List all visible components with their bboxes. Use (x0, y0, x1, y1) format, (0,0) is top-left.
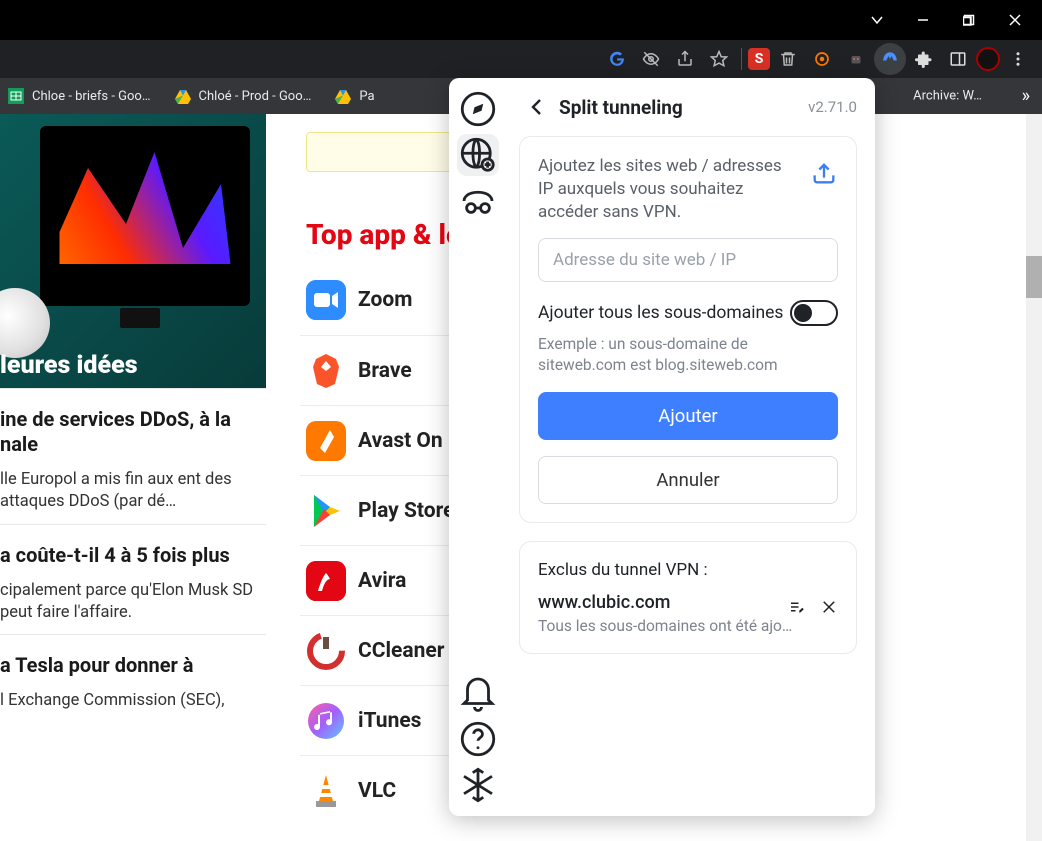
popup-header: Split tunneling v2.71.0 (507, 78, 875, 136)
ccleaner-icon (306, 631, 346, 671)
avira-icon (306, 561, 346, 601)
bookmark-label: Chloe - briefs - Goo… (32, 89, 151, 104)
version-label: v2.71.0 (808, 98, 857, 116)
drive-icon (175, 88, 191, 104)
zoom-icon (306, 280, 346, 320)
play-icon (306, 491, 346, 531)
kebab-menu-icon[interactable] (1002, 43, 1034, 75)
add-button-label: Ajouter (658, 405, 717, 427)
google-icon[interactable] (601, 43, 633, 75)
extensions-puzzle-icon[interactable] (908, 43, 940, 75)
subdomains-toggle[interactable] (790, 300, 838, 326)
window-titlebar (0, 0, 1042, 40)
maximize-button[interactable] (946, 0, 992, 40)
example-text: Exemple : un sous-domaine de siteweb.com… (538, 334, 838, 376)
remove-icon[interactable] (820, 598, 838, 620)
bookmark-item[interactable]: Chloe - briefs - Goo… (8, 88, 151, 104)
article[interactable]: a Tesla pour donner à l Exchange Commissi… (0, 634, 266, 722)
article-body: cipalement parce qu'Elon Musk SD peut fa… (0, 580, 256, 625)
subdomains-label: Ajouter tous les sous-domaines (538, 303, 783, 323)
app-name: iTunes (358, 709, 421, 733)
sheets-icon (8, 88, 24, 104)
article-title: ine de services DDoS, à la nale (0, 407, 256, 457)
help-icon[interactable] (457, 718, 499, 760)
compass-icon[interactable] (457, 88, 499, 130)
card-description: Ajoutez les sites web / adresses IP auxq… (538, 155, 800, 224)
upload-icon[interactable] (810, 159, 838, 187)
nordvpn-icon[interactable] (874, 43, 906, 75)
bookmark-item[interactable]: Chloé - Prod - Goo… (175, 88, 312, 104)
excluded-title: Exclus du tunnel VPN : (538, 560, 838, 580)
app-name: Avira (358, 569, 406, 593)
star-icon[interactable] (703, 43, 735, 75)
extension-robot-icon[interactable] (840, 43, 872, 75)
popup-sidebar (449, 78, 507, 816)
side-panel-icon[interactable] (942, 43, 974, 75)
excluded-card: Exclus du tunnel VPN : www.clubic.comTou… (519, 541, 857, 654)
article[interactable]: a coûte-t-il 4 à 5 fois plus cipalement p… (0, 524, 266, 635)
article[interactable]: ine de services DDoS, à la nale lle Europ… (0, 388, 266, 524)
brave-icon (306, 351, 346, 391)
bookmark-item[interactable]: Archive: W… (913, 89, 982, 104)
edit-icon[interactable] (788, 598, 806, 620)
bookmark-label: Chloé - Prod - Goo… (199, 89, 312, 104)
globe-settings-icon[interactable] (457, 134, 499, 176)
add-site-card: Ajoutez les sites web / adresses IP auxq… (519, 136, 857, 523)
minimize-button[interactable] (900, 0, 946, 40)
close-button[interactable] (992, 0, 1038, 40)
drive-icon (335, 88, 351, 104)
avast-icon (306, 421, 346, 461)
hero-image[interactable]: leures idées (0, 114, 266, 388)
article-title: a coûte-t-il 4 à 5 fois plus (0, 543, 256, 568)
vlc-icon (306, 771, 346, 811)
app-name: Play Store (358, 499, 454, 523)
ad-banner[interactable] (306, 132, 456, 172)
profile-avatar[interactable] (976, 47, 1000, 71)
add-button[interactable]: Ajouter (538, 392, 838, 440)
scrollbar-thumb[interactable] (1026, 256, 1042, 298)
back-button[interactable] (525, 95, 549, 119)
extension-o-icon[interactable] (806, 43, 838, 75)
share-icon[interactable] (669, 43, 701, 75)
extension-s-icon[interactable]: S (748, 48, 770, 70)
app-name: CCleaner (358, 639, 444, 663)
cancel-button-label: Annuler (656, 469, 719, 491)
bookmark-item[interactable]: Pa (335, 88, 374, 104)
hero-caption: leures idées (0, 351, 138, 380)
article-body: l Exchange Commission (SEC), (0, 690, 256, 712)
eye-off-icon[interactable] (635, 43, 667, 75)
bookmark-label: Pa (359, 89, 374, 104)
article-body: lle Europol a mis fin aux ent des attaqu… (0, 469, 256, 514)
browser-toolbar: S (0, 40, 1042, 78)
snowflake-icon[interactable] (457, 764, 499, 806)
bell-icon[interactable] (457, 672, 499, 714)
incognito-icon[interactable] (457, 180, 499, 222)
itunes-icon (306, 701, 346, 741)
address-input[interactable] (538, 238, 838, 282)
app-name: Avast On (358, 429, 443, 453)
bookmarks-overflow[interactable]: » (1022, 86, 1030, 107)
app-name: Brave (358, 359, 412, 383)
excluded-item: www.clubic.comTous les sous-domaines ont… (538, 592, 838, 635)
app-name: VLC (358, 779, 396, 803)
scrollbar[interactable] (1026, 114, 1042, 841)
cancel-button[interactable]: Annuler (538, 456, 838, 504)
extension-popup: Split tunneling v2.71.0 Ajoutez les site… (449, 78, 875, 816)
popup-title: Split tunneling (559, 96, 683, 119)
trash-icon[interactable] (772, 43, 804, 75)
app-name: Zoom (358, 288, 412, 312)
chevron-down-icon[interactable] (854, 0, 900, 40)
article-title: a Tesla pour donner à (0, 653, 256, 678)
